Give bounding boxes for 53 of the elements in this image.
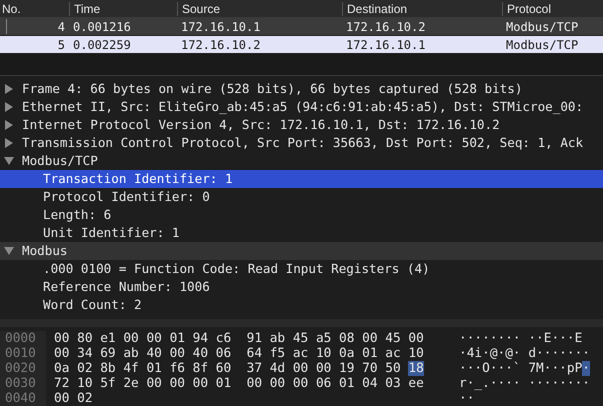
expand-arrow-icon[interactable]: [4, 84, 14, 94]
packet-cell-text: Modbus/TCP: [505, 20, 580, 34]
hex-bytes: 18: [408, 361, 424, 376]
hex-bytes: 0a 02 8b 4f 01 f6 8f 60 37 4d 00 00 19 70 50: [54, 361, 402, 376]
expand-arrow-icon[interactable]: [4, 138, 14, 148]
hex-bytes: 72 10 5f 2e 00 00 00 01 00 00 00 06 01 04 03 ee: [54, 376, 424, 391]
column-header[interactable]: Source: [177, 2, 342, 16]
ascii-bytes: ···O···` 7M···pP: [459, 361, 582, 376]
tree-item[interactable]: Reference Number: 1006: [0, 278, 603, 296]
tree-item[interactable]: Length: 6: [0, 206, 603, 224]
packet-cell-text: 0.001216: [72, 20, 132, 34]
tree-item[interactable]: Modbus/TCP: [0, 152, 603, 170]
column-header[interactable]: Destination: [342, 2, 502, 16]
expand-arrow-icon[interactable]: [4, 246, 14, 256]
tree-item[interactable]: Unit Identifier: 1: [0, 224, 603, 242]
packet-cell-text: 4: [56, 20, 66, 34]
hex-bytes: 00 34 69 ab 40 00 40 06 64 f5 ac 10 0a 01 ac 10: [54, 346, 424, 361]
offset-label: 0010: [5, 346, 37, 361]
packet-cell-text: 172.16.10.1: [180, 20, 262, 34]
ascii-bytes: ········ ··E···E: [459, 331, 582, 346]
hex-bytes: 00 80 e1 00 00 01 94 c6 91 ab 45 a5 08 00 45 00: [54, 331, 424, 346]
packet-row[interactable]: 5 0.002259 172.16.10.2 172.16.10.1 Modbus/TCP: [0, 36, 603, 54]
packet-cell-text: 0.002259: [72, 38, 132, 52]
expand-arrow-icon[interactable]: [4, 102, 14, 112]
tree-item[interactable]: Protocol Identifier: 0: [0, 188, 603, 206]
packet-cell-text: 172.16.10.1: [345, 38, 426, 52]
expand-arrow-icon[interactable]: [4, 120, 14, 130]
tree-item[interactable]: Word Count: 2: [0, 296, 603, 314]
offset-label: 0030: [5, 376, 37, 391]
hex-bytes: 00 02: [54, 391, 93, 406]
packet-cell-text: 172.16.10.2: [180, 38, 262, 52]
offset-label: 0040: [5, 391, 37, 406]
tree-item[interactable]: Internet Protocol Version 4, Src: 172.16.10.1, Dst: 172.16.10.2: [0, 116, 603, 134]
tree-item[interactable]: Ethernet II, Src: EliteGro_ab:45:a5 (94:c6:91:ab:45:a5), Dst: STMicroe_00:: [0, 98, 603, 116]
packet-cell-text: 172.16.10.2: [345, 20, 426, 34]
column-header[interactable]: No.: [0, 2, 69, 16]
packet-cell-text: Modbus/TCP: [505, 38, 580, 52]
ascii-bytes: ··: [459, 391, 474, 406]
offset-label: 0020: [5, 361, 37, 376]
ascii-bytes: ·4i·@·@· d·······: [459, 346, 590, 361]
offset-label: 0000: [5, 331, 37, 346]
tree-item[interactable]: Transaction Identifier: 1: [0, 170, 603, 188]
tree-item[interactable]: Transmission Control Protocol, Src Port: 35663, Dst Port: 502, Seq: 1, Ack: [0, 134, 603, 152]
tree-item[interactable]: Frame 4: 66 bytes on wire (528 bits), 66 bytes captured (528 bits): [0, 80, 603, 98]
ascii-bytes: ·: [582, 361, 590, 376]
tree-item[interactable]: .000 0100 = Function Code: Read Input Registers (4): [0, 260, 603, 278]
packet-cell-text: 5: [56, 38, 66, 52]
column-header[interactable]: Protocol: [502, 2, 603, 16]
tree-item[interactable]: Modbus: [0, 242, 603, 260]
expand-arrow-icon[interactable]: [4, 156, 14, 166]
packet-row[interactable]: 4 0.001216 172.16.10.1 172.16.10.2 Modbus/TCP: [0, 18, 603, 36]
ascii-bytes: r·_.···· ········: [459, 376, 590, 391]
column-header[interactable]: Time: [69, 2, 177, 16]
